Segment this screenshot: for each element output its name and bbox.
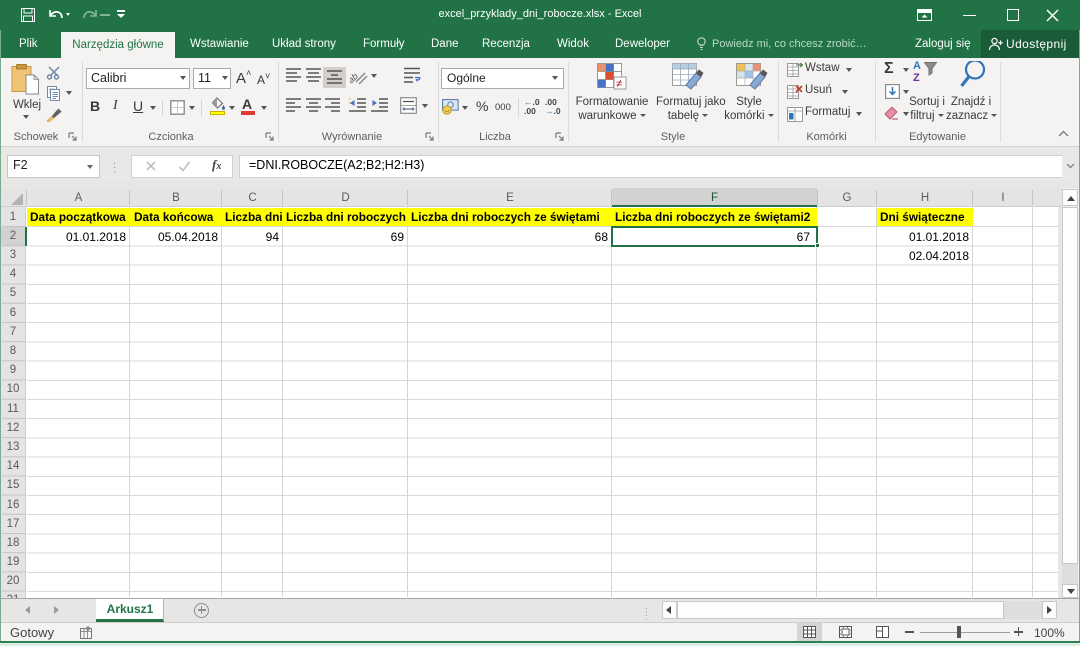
svg-text:≠: ≠ — [616, 78, 622, 90]
svg-text:ab: ab — [350, 71, 360, 85]
